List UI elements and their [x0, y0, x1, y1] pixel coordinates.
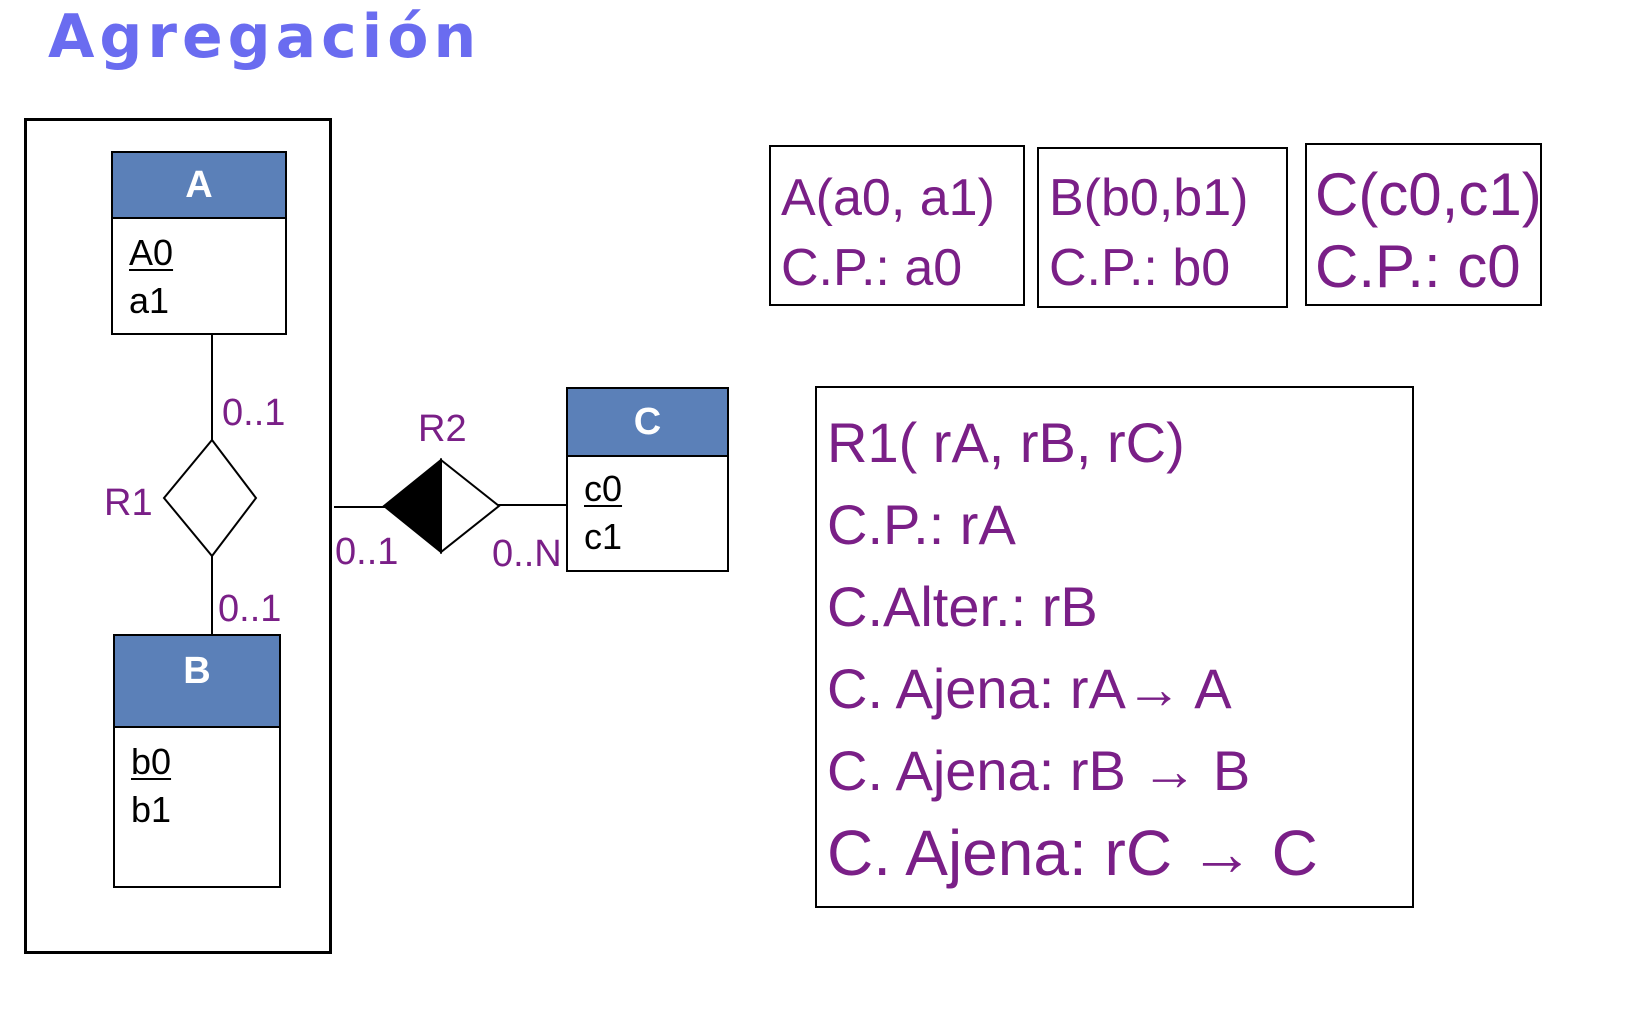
entity-c-attr: c1: [584, 516, 623, 557]
r2-card-c: 0..N: [492, 533, 562, 575]
entity-b-attr: b1: [131, 789, 172, 830]
r2-card-agg: 0..1: [335, 531, 399, 573]
schema-r1-pk: C.P.: rA: [827, 493, 1016, 556]
schema-r1-box: R1( rA, rB, rC) C.P.: rA C.Alter.: rB C.…: [815, 386, 1414, 908]
schema-a-relation: A(a0, a1): [781, 169, 995, 227]
schema-c-pk: C.P.: c0: [1315, 233, 1521, 300]
schema-b-box: B(b0,b1) C.P.: b0: [1037, 147, 1288, 308]
entity-c: C c0 c1: [566, 387, 729, 572]
entity-a-attr: a1: [129, 280, 170, 321]
schema-b-relation: B(b0,b1): [1049, 169, 1249, 227]
schema-b-pk: C.P.: b0: [1049, 239, 1231, 297]
entity-a-name: A: [113, 153, 285, 219]
schema-a-pk: C.P.: a0: [781, 239, 963, 297]
r2-diamond-open-half: [440, 457, 501, 555]
r1-label: R1: [104, 482, 153, 524]
entity-a-pk: A0: [129, 232, 174, 273]
schema-r1-fk-b: C. Ajena: rB → B: [827, 739, 1251, 802]
schema-c-relation: C(c0,c1): [1315, 161, 1542, 228]
entity-c-name: C: [568, 389, 727, 457]
schema-r1-fk-c: C. Ajena: rC → C: [827, 817, 1318, 889]
schema-r1-relation: R1( rA, rB, rC): [827, 411, 1185, 474]
entity-b: B b0 b1: [113, 634, 281, 888]
entity-c-pk: c0: [584, 468, 623, 509]
entity-b-name: B: [115, 636, 279, 728]
schema-a-box: A(a0, a1) C.P.: a0: [769, 145, 1025, 306]
schema-r1-fk-a: C. Ajena: rA→ A: [827, 657, 1232, 720]
entity-b-pk: b0: [131, 741, 172, 782]
schema-r1-alt: C.Alter.: rB: [827, 575, 1098, 638]
r2-label: R2: [418, 408, 467, 450]
schema-c-box: C(c0,c1) C.P.: c0: [1305, 143, 1542, 306]
r1-card-b: 0..1: [218, 588, 282, 630]
entity-a: A A0 a1: [111, 151, 287, 335]
r1-card-a: 0..1: [222, 392, 286, 434]
